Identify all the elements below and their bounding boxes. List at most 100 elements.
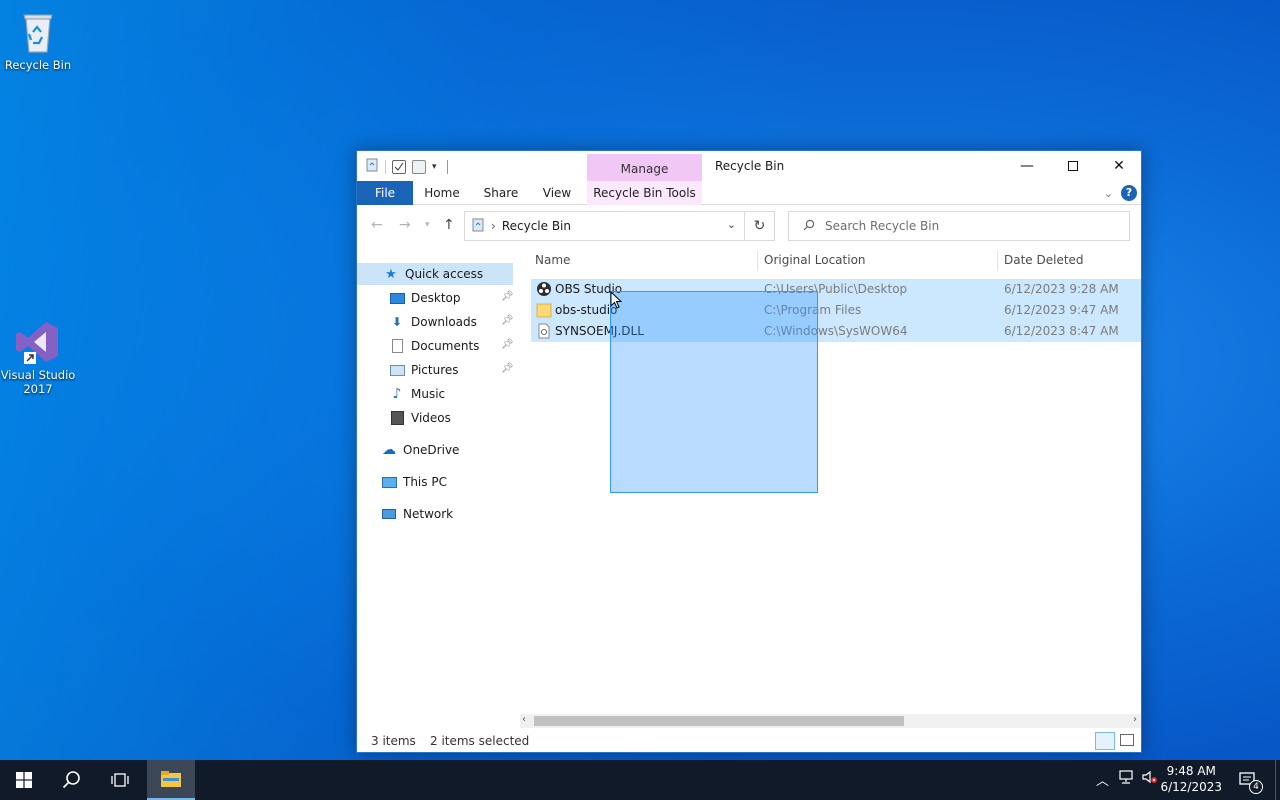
column-divider[interactable] [997, 251, 998, 271]
tab-recycle-bin-tools[interactable]: Recycle Bin Tools [587, 181, 702, 205]
search-button[interactable] [48, 760, 96, 800]
volume-muted-icon[interactable] [1142, 770, 1158, 788]
start-button[interactable] [0, 760, 48, 800]
help-icon[interactable]: ? [1121, 185, 1137, 201]
address-dropdown-icon[interactable]: ⌄ [727, 218, 736, 231]
sort-ascending-icon: ⌃ [638, 247, 646, 250]
network-icon [381, 506, 397, 522]
network-icon[interactable] [1118, 770, 1134, 788]
recent-locations-icon[interactable]: ▾ [425, 220, 430, 230]
tab-share[interactable]: Share [476, 181, 526, 205]
sidebar-item-quick-access[interactable]: ★ Quick access [357, 263, 513, 285]
large-icons-view-icon[interactable] [1120, 734, 1134, 746]
sidebar-item-label: OneDrive [403, 443, 460, 457]
system-clock[interactable]: 9:48 AM 6/12/2023 [1160, 763, 1222, 795]
close-button[interactable]: ✕ [1096, 151, 1142, 181]
recycle-bin-icon [14, 8, 62, 56]
window-title: Recycle Bin [715, 159, 785, 173]
sidebar-item-label: Quick access [405, 267, 484, 281]
desktop-icon-label: Visual Studio 2017 [0, 368, 76, 396]
recycle-small-icon [471, 218, 485, 235]
sidebar-item-network[interactable]: Network [357, 503, 513, 525]
column-divider[interactable] [757, 251, 758, 271]
chevron-down-icon[interactable]: ▾ [432, 162, 437, 172]
cloud-icon: ☁ [382, 442, 396, 458]
notification-badge: 4 [1249, 780, 1263, 794]
sidebar-item-onedrive[interactable]: ☁ OneDrive [357, 439, 513, 461]
dll-file-icon [536, 323, 552, 339]
breadcrumb[interactable]: Recycle Bin [502, 219, 571, 233]
refresh-icon: ↻ [753, 218, 766, 234]
horizontal-scrollbar[interactable]: ‹ › [520, 714, 1141, 728]
status-bar: 3 items 2 items selected [357, 730, 1141, 752]
tab-file[interactable]: File [357, 181, 413, 205]
taskbar: ︿ 9:48 AM 6/12/2023 4 [0, 760, 1280, 800]
divider [446, 159, 448, 174]
address-bar[interactable]: › Recycle Bin ⌄ [464, 211, 745, 241]
sidebar-item-label: Downloads [411, 315, 477, 329]
videos-icon [389, 410, 405, 426]
breadcrumb-chevron-icon[interactable]: › [491, 219, 496, 233]
pin-icon: 📌︎ [501, 363, 514, 374]
file-date: 6/12/2023 8:47 AM [1004, 324, 1119, 338]
file-date: 6/12/2023 9:28 AM [1004, 282, 1119, 296]
action-center-button[interactable]: 4 [1226, 760, 1270, 800]
sidebar-item-label: Music [411, 387, 446, 401]
sidebar-item-label: Desktop [411, 291, 461, 305]
search-placeholder: Search Recycle Bin [825, 219, 940, 233]
mouse-cursor-icon [610, 290, 623, 313]
selection-rectangle [610, 291, 818, 493]
details-view-icon[interactable] [1095, 732, 1115, 750]
desktop-visual-studio[interactable]: Visual Studio 2017 [0, 318, 76, 396]
new-folder-icon[interactable] [412, 159, 426, 174]
scroll-right-icon[interactable]: › [1133, 714, 1137, 725]
sidebar-item-this-pc[interactable]: This PC [357, 471, 513, 493]
desktop-icon [389, 290, 405, 306]
column-header-name[interactable]: Name [535, 253, 570, 267]
sidebar-item-label: Videos [411, 411, 451, 425]
column-header-date[interactable]: Date Deleted [1004, 253, 1084, 267]
sidebar-item-music[interactable]: ♪ Music [357, 383, 513, 405]
sidebar-item-label: Network [403, 507, 454, 521]
pin-icon: 📌︎ [501, 315, 514, 326]
scrollbar-thumb[interactable] [534, 716, 904, 726]
file-name: obs-studio [555, 303, 618, 317]
sidebar-item-documents[interactable]: Documents 📌︎ [357, 335, 514, 357]
scroll-left-icon[interactable]: ‹ [522, 714, 526, 725]
pin-icon: 📌︎ [501, 339, 514, 350]
obs-icon [536, 281, 552, 297]
search-icon [62, 771, 80, 789]
column-header-location[interactable]: Original Location [764, 253, 866, 267]
up-icon[interactable]: ↑ [443, 217, 455, 233]
forward-icon[interactable]: → [399, 217, 411, 233]
maximize-button[interactable] [1050, 151, 1096, 181]
back-icon[interactable]: ← [371, 217, 383, 233]
tab-home[interactable]: Home [417, 181, 467, 205]
minimize-icon: — [1020, 158, 1034, 174]
task-view-button[interactable] [96, 760, 144, 800]
sidebar-item-videos[interactable]: Videos [357, 407, 513, 429]
refresh-button[interactable]: ↻ [745, 211, 775, 241]
show-hidden-icons-icon[interactable]: ︿ [1096, 770, 1109, 789]
maximize-icon [1068, 161, 1078, 171]
desktop-icon-label: Recycle Bin [4, 58, 72, 72]
sidebar-item-label: Documents [411, 339, 480, 353]
quick-access-toolbar: ▾ [365, 158, 448, 175]
search-input[interactable]: Search Recycle Bin [788, 211, 1130, 241]
sidebar-item-pictures[interactable]: Pictures 📌︎ [357, 359, 514, 381]
file-date: 6/12/2023 9:47 AM [1004, 303, 1119, 317]
sidebar-item-label: This PC [403, 475, 447, 489]
taskbar-file-explorer[interactable] [147, 760, 195, 800]
properties-icon[interactable] [392, 159, 406, 174]
folder-icon [161, 771, 181, 787]
show-desktop-button[interactable] [1275, 760, 1280, 800]
tab-view[interactable]: View [533, 181, 581, 205]
title-bar[interactable]: ▾ Manage Recycle Bin — ✕ [357, 151, 1142, 204]
sidebar-item-desktop[interactable]: Desktop 📌︎ [357, 287, 514, 309]
navigation-pane: ★ Quick access Desktop 📌︎ ⬇ Downloads 📌︎… [357, 247, 517, 727]
minimize-button[interactable]: — [1004, 151, 1050, 181]
desktop-recycle-bin[interactable]: Recycle Bin [0, 8, 76, 72]
clock-time: 9:48 AM [1166, 764, 1216, 778]
sidebar-item-downloads[interactable]: ⬇ Downloads 📌︎ [357, 311, 514, 333]
expand-ribbon-icon[interactable]: ⌄ [1104, 187, 1113, 200]
